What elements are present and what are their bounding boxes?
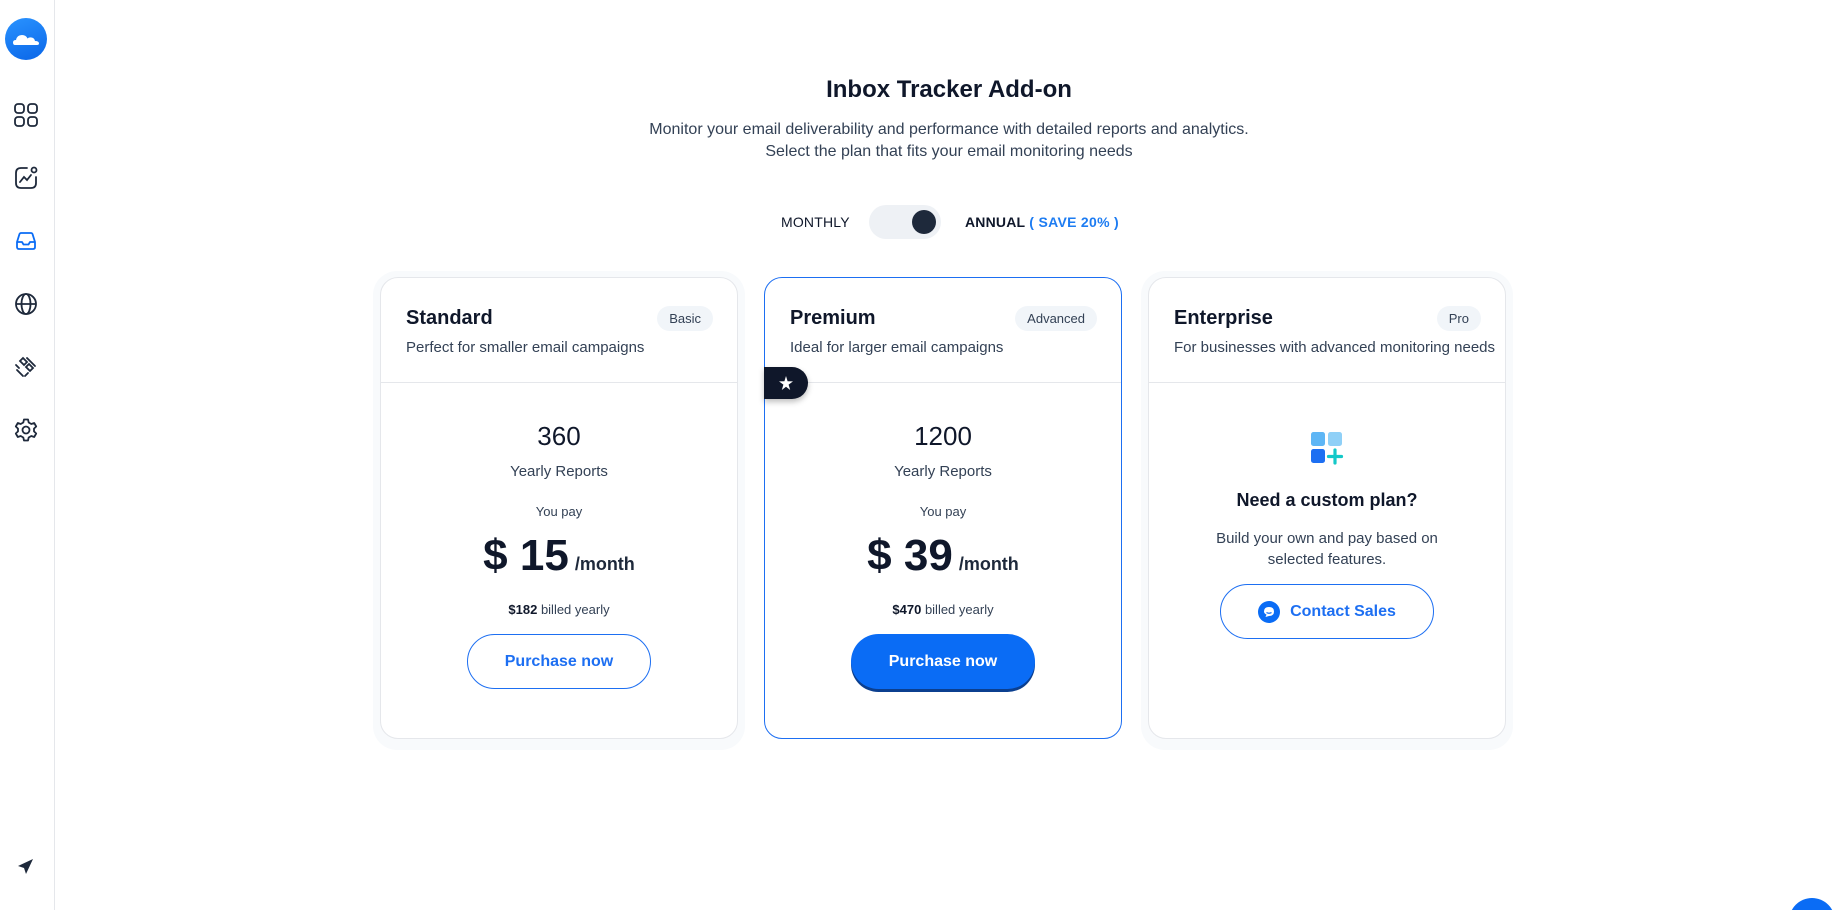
sidebar-item-send[interactable]: [12, 853, 40, 881]
chat-widget-button[interactable]: [1789, 898, 1835, 910]
plan-badge: Basic: [657, 306, 713, 331]
you-pay-label: You pay: [919, 504, 967, 519]
plan-name: Standard: [406, 307, 493, 329]
sidebar-item-domains[interactable]: [12, 290, 40, 318]
plan-card-premium: Premium Advanced Ideal for larger email …: [764, 277, 1122, 739]
billed-yearly: $470 billed yearly: [765, 602, 1121, 617]
analytics-icon: [15, 166, 38, 189]
billed-amount: $470: [892, 602, 922, 617]
price-period: /month: [958, 554, 1019, 574]
contact-sales-button[interactable]: Contact Sales: [1220, 584, 1434, 639]
save-label: ( SAVE 20% ): [1029, 214, 1119, 230]
sidebar-item-integrations[interactable]: [12, 353, 40, 381]
you-pay-label: You pay: [535, 504, 583, 519]
switch-knob: [911, 210, 936, 234]
plan-card-standard-wrapper: Standard Basic Perfect for smaller email…: [373, 271, 745, 750]
page-subtitle-secondary: Select the plan that fits your email mon…: [765, 143, 1133, 160]
custom-plan-icon: [1311, 432, 1344, 465]
billed-yearly: $182 billed yearly: [381, 602, 737, 617]
sidebar-item-settings[interactable]: [12, 416, 40, 444]
billed-text: billed yearly: [924, 602, 994, 617]
billed-text: billed yearly: [540, 602, 610, 617]
billed-amount: $182: [508, 602, 538, 617]
card-header: Standard Basic Perfect for smaller email…: [381, 278, 737, 383]
sidebar: [0, 0, 55, 910]
purchase-standard-button[interactable]: Purchase now: [467, 634, 651, 689]
plan-description: For businesses with advanced monitoring …: [1174, 339, 1496, 356]
settings-icon: [14, 418, 38, 442]
plan-card-standard: Standard Basic Perfect for smaller email…: [380, 277, 738, 739]
globe-icon: [15, 293, 37, 315]
plan-card-premium-wrapper: Premium Advanced Ideal for larger email …: [757, 271, 1129, 750]
report-count-label: Yearly Reports: [894, 463, 992, 480]
sidebar-item-analytics[interactable]: [12, 164, 40, 192]
purchase-premium-button[interactable]: Purchase now: [851, 634, 1035, 689]
integrations-icon: [15, 356, 36, 377]
annual-label[interactable]: ANNUAL: [965, 214, 1025, 230]
card-header: Premium Advanced Ideal for larger email …: [765, 278, 1121, 383]
price: $ 39: [867, 531, 953, 580]
price-period: /month: [574, 554, 635, 574]
featured-ribbon: [764, 367, 808, 399]
report-count: 360: [537, 421, 581, 451]
cloud-icon: [13, 35, 39, 45]
billing-switch[interactable]: [868, 205, 941, 239]
plan-name: Enterprise: [1174, 307, 1273, 329]
report-count: 1200: [914, 421, 972, 451]
page-subtitle: Monitor your email deliverability and pe…: [649, 121, 1249, 138]
sidebar-item-dashboard[interactable]: [12, 101, 40, 129]
plan-badge: Advanced: [1015, 306, 1097, 331]
custom-plan-description: Build your own and pay based on selected…: [1216, 530, 1438, 568]
plan-description: Perfect for smaller email campaigns: [406, 339, 645, 356]
plan-badge: Pro: [1436, 306, 1481, 331]
page-title: Inbox Tracker Add-on: [826, 76, 1072, 103]
plan-card-enterprise-wrapper: Enterprise Pro For businesses with advan…: [1141, 271, 1513, 750]
contact-sales-label: Contact Sales: [1290, 602, 1396, 620]
plan-description: Ideal for larger email campaigns: [790, 339, 1004, 356]
custom-plan-title: Need a custom plan?: [1236, 490, 1418, 510]
send-icon: [18, 859, 33, 874]
price: $ 15: [483, 531, 569, 580]
app-logo[interactable]: [5, 18, 47, 60]
billing-toggle: MONTHLY ANNUAL ( SAVE 20% ): [55, 205, 1843, 239]
dashboard-icon: [14, 103, 38, 127]
plan-name: Premium: [790, 307, 876, 329]
sidebar-item-inbox[interactable]: [12, 227, 40, 255]
sparkle-icon: [779, 376, 793, 390]
report-count-label: Yearly Reports: [510, 463, 608, 480]
price-row: $ 15/month: [381, 531, 737, 581]
card-header: Enterprise Pro For businesses with advan…: [1149, 278, 1505, 383]
price-row: $ 39/month: [765, 531, 1121, 581]
inbox-icon: [16, 232, 36, 250]
chat-icon: [1258, 600, 1281, 623]
monthly-label[interactable]: MONTHLY: [781, 214, 869, 230]
plan-card-enterprise: Enterprise Pro For businesses with advan…: [1148, 277, 1506, 739]
